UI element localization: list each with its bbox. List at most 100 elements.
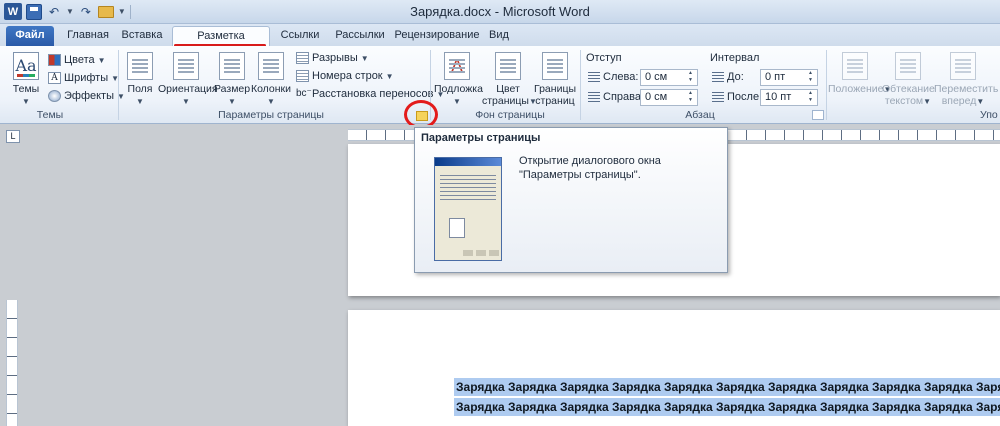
spacing-before-input[interactable]: 0 пт [760,69,818,86]
margins-icon [127,52,153,80]
tab-selector-icon[interactable]: L [6,130,20,143]
bring-forward-dropdown-icon: ▼ [976,97,985,106]
margins-label: Поля [127,83,153,95]
page-background-group-label: Фон страницы [475,109,545,121]
page-color-label-1: Цвет [496,83,520,95]
fonts-button[interactable]: A Шрифты ▼ [48,70,119,86]
wrap-text-label-1: Обтекание [882,83,935,95]
tab-page-layout[interactable]: Разметка страницы [172,26,270,54]
group-separator [580,50,581,120]
watermark-label: Подложка [434,83,483,95]
indent-right-text: Справа: [603,91,645,103]
position-icon [842,52,868,80]
spacing-before-text: До: [727,71,744,83]
indent-left-input[interactable]: 0 см [640,69,698,86]
size-icon [219,52,245,80]
colors-icon [48,54,61,66]
size-button[interactable]: Размер ▼ [214,52,250,108]
themes-dropdown-icon: ▼ [22,97,30,106]
size-dropdown-icon: ▼ [228,97,236,106]
window-title: Зарядка.docx - Microsoft Word [410,4,590,19]
page-color-icon [495,52,521,80]
page-borders-button[interactable]: Границы страниц [534,52,576,107]
spacing-title: Интервал [710,52,760,64]
indent-left-label: Слева: [588,71,638,83]
page-borders-icon [542,52,568,80]
colors-dropdown-icon: ▼ [97,55,106,65]
line-numbers-label: Номера строк [312,70,383,82]
watermark-icon: A [444,52,470,80]
tab-review[interactable]: Рецензирование [392,26,482,46]
page-color-button[interactable]: Цвет страницы▼ [482,52,537,108]
page-setup-dialog-preview-icon [434,157,502,261]
page-borders-label-2: страниц [535,95,575,107]
ribbon-tabs: Файл Главная Вставка Разметка страницы С… [0,24,1000,54]
wrap-text-dropdown-icon: ▼ [923,97,932,106]
spacing-after-text: После: [727,91,763,103]
document-text-line[interactable]: Зарядка Зарядка Зарядка Зарядка Зарядка … [454,398,1000,416]
effects-button[interactable]: Эффекты ▼ [48,88,125,104]
orientation-label: Ориентация [158,83,218,95]
tab-view[interactable]: Вид [484,26,514,46]
fonts-label: Шрифты [64,72,109,84]
margins-button[interactable]: Поля ▼ [124,52,156,108]
hyphenation-label: Расстановка переносов [312,88,434,100]
spacing-after-label: После: [712,91,762,103]
watermark-button[interactable]: A Подложка ▼ [434,52,483,108]
breaks-dropdown-icon: ▼ [360,53,369,63]
vertical-ruler[interactable] [6,300,18,426]
group-separator [826,50,827,120]
spacing-before-icon [712,72,724,82]
columns-button[interactable]: Колонки ▼ [250,52,292,108]
bring-forward-button[interactable]: Переместить вперед▼ [934,52,998,108]
breaks-icon [296,52,309,64]
breaks-label: Разрывы [312,52,358,64]
spacing-before-label: До: [712,71,744,83]
tab-references[interactable]: Ссылки [276,26,324,46]
effects-label: Эффекты [64,90,115,102]
tooltip-description: Открытие диалогового окна "Параметры стр… [519,155,661,181]
fonts-icon: A [48,72,61,84]
group-separator [118,50,119,120]
indent-left-icon [588,72,600,82]
watermark-dropdown-icon: ▼ [453,97,461,106]
position-label: Положение [828,83,884,95]
wrap-text-button[interactable]: Обтекание текстом▼ [882,52,935,108]
tab-mailings[interactable]: Рассылки [330,26,390,46]
themes-button[interactable]: Aa Темы ▼ [8,52,44,108]
bring-forward-label-2: вперед [941,95,977,107]
themes-button-label: Темы [12,83,40,95]
size-label: Размер [214,83,251,95]
themes-group-label: Темы [36,109,64,121]
margins-dropdown-icon: ▼ [136,97,144,106]
orientation-icon [173,52,199,80]
bring-forward-icon [950,52,976,80]
orientation-button[interactable]: Ориентация ▼ [158,52,218,108]
colors-button[interactable]: Цвета ▼ [48,52,106,68]
effects-icon [48,90,61,102]
paragraph-dialog-launcher-icon[interactable] [812,110,824,120]
indent-right-label: Справа: [588,91,644,103]
indent-right-icon [588,92,600,102]
indent-title: Отступ [586,52,622,64]
tab-home[interactable]: Главная [62,26,114,46]
columns-icon [258,52,284,80]
orientation-dropdown-icon: ▼ [182,97,190,106]
wrap-text-icon [895,52,921,80]
indent-right-input[interactable]: 0 см [640,89,698,106]
position-button[interactable]: Положение▼ [828,52,891,96]
breaks-button[interactable]: Разрывы ▼ [296,50,369,66]
page-setup-tooltip: Параметры страницы Открытие диалогового … [414,127,728,273]
columns-dropdown-icon: ▼ [267,97,275,106]
page-color-label-2: страницы [482,95,529,107]
document-text-line[interactable]: Зарядка Зарядка Зарядка Зарядка Зарядка … [454,378,1000,396]
line-numbers-button[interactable]: Номера строк ▼ [296,68,394,84]
arrange-group-label: Упо [980,109,998,121]
wrap-text-label-2: текстом [884,95,924,107]
tab-file[interactable]: Файл [6,26,54,46]
title-bar: W ↶ ▼ ↷ ▼ Зарядка.docx - Microsoft Word [0,0,1000,24]
tooltip-title: Параметры страницы [421,132,541,144]
tab-insert[interactable]: Вставка [118,26,166,46]
line-numbers-icon [296,70,309,82]
spacing-after-input[interactable]: 10 пт [760,89,818,106]
